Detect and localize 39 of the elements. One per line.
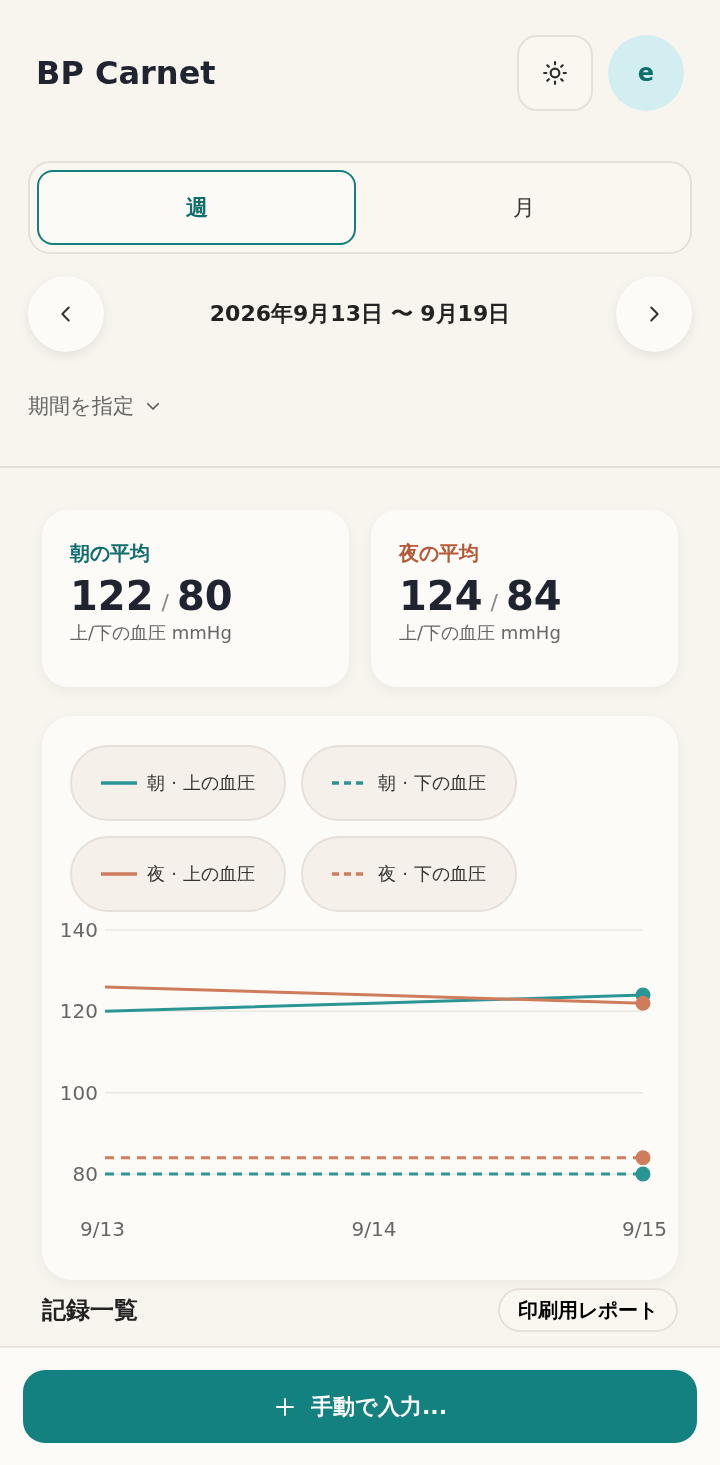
legend-label: 朝 · 上の血圧 bbox=[147, 771, 255, 795]
x-axis-label: 9/13 bbox=[80, 1217, 125, 1241]
sun-icon bbox=[542, 60, 568, 86]
legend-label: 夜 · 上の血圧 bbox=[147, 862, 255, 886]
date-range: 2026年9月13日 〜 9月19日 bbox=[209, 300, 511, 328]
diastolic-value: 80 bbox=[176, 573, 233, 619]
legend-item[interactable]: 夜 · 上の血圧 bbox=[70, 836, 286, 912]
systolic-value: 122 bbox=[70, 573, 154, 619]
x-axis-label: 9/14 bbox=[351, 1217, 397, 1241]
y-axis-label: 120 bbox=[59, 999, 98, 1024]
x-axis-label: 9/15 bbox=[622, 1217, 667, 1241]
legend-item[interactable]: 夜 · 下の血圧 bbox=[301, 836, 517, 912]
app-title: BP Carnet bbox=[36, 54, 216, 92]
data-point bbox=[635, 1166, 651, 1182]
manual-entry-button[interactable]: 手動で入力... bbox=[23, 1370, 697, 1443]
average-label: 朝の平均 bbox=[70, 540, 151, 567]
data-point bbox=[635, 1150, 651, 1166]
period-tab[interactable]: 週 bbox=[37, 170, 356, 245]
theme-button[interactable] bbox=[517, 35, 593, 111]
y-axis-label: 100 bbox=[59, 1080, 98, 1105]
avatar-button[interactable]: e bbox=[608, 35, 684, 111]
y-axis-label: 80 bbox=[72, 1162, 98, 1186]
range-picker[interactable]: 期間を指定 bbox=[28, 392, 162, 420]
separator: / bbox=[490, 590, 498, 615]
unit-label: 上/下の血圧 mmHg bbox=[70, 621, 233, 645]
systolic-value: 124 bbox=[399, 573, 483, 619]
legend-item[interactable]: 朝 · 上の血圧 bbox=[70, 745, 286, 821]
data-point bbox=[635, 995, 651, 1011]
unit-label: 上/下の血圧 mmHg bbox=[399, 621, 562, 645]
separator: / bbox=[161, 590, 169, 615]
legend-label: 朝 · 下の血圧 bbox=[378, 771, 486, 795]
diastolic-value: 84 bbox=[505, 573, 562, 619]
section-title: 記録一覧 bbox=[42, 1295, 138, 1326]
print-report-button[interactable]: 印刷用レポート bbox=[498, 1288, 678, 1332]
legend-label: 夜 · 下の血圧 bbox=[378, 862, 486, 886]
period-tab[interactable]: 月 bbox=[364, 170, 683, 245]
legend-item[interactable]: 朝 · 下の血圧 bbox=[301, 745, 517, 821]
y-axis-label: 140 bbox=[59, 918, 98, 942]
average-label: 夜の平均 bbox=[399, 540, 480, 567]
